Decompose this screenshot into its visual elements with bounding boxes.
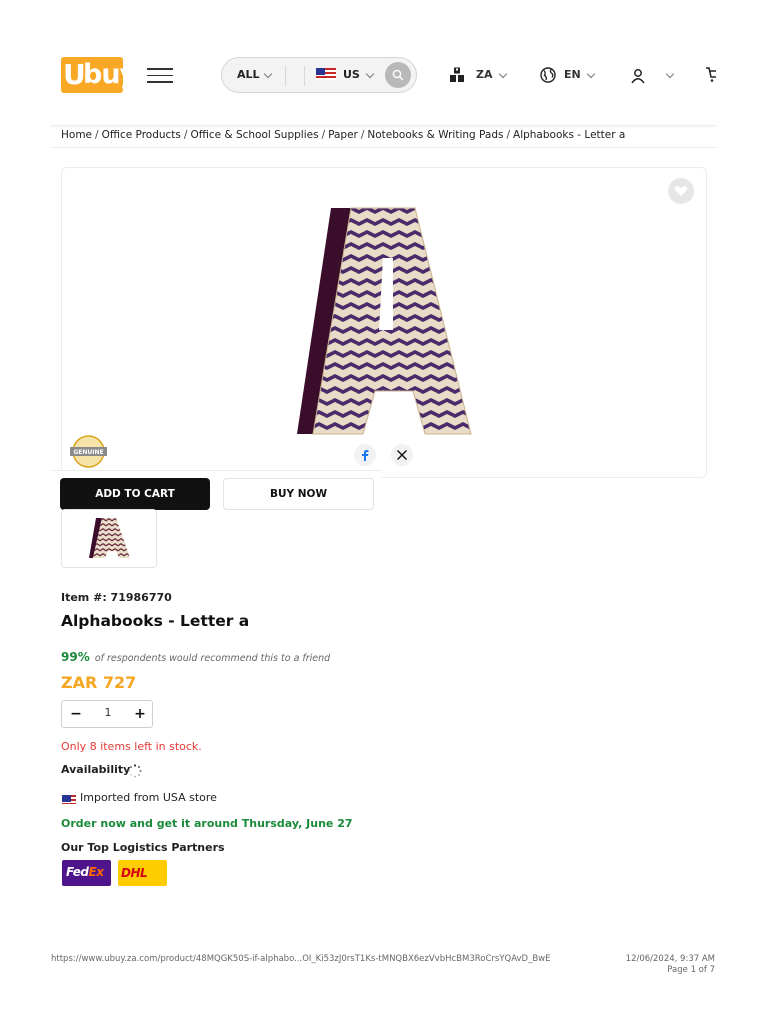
print-datetime: 12/06/2024, 9:37 AM	[625, 954, 715, 964]
buy-now-button[interactable]: BUY NOW	[223, 478, 374, 510]
breadcrumb-office-school-supplies[interactable]: Office & School Supplies	[190, 129, 318, 141]
item-number: Item #: 71986770	[61, 591, 172, 604]
add-to-cart-button[interactable]: ADD TO CART	[60, 478, 210, 510]
breadcrumb-notebooks[interactable]: Notebooks & Writing Pads	[367, 129, 503, 141]
breadcrumb-home[interactable]: Home	[61, 129, 92, 141]
language-label: EN	[564, 68, 581, 81]
user-icon	[631, 69, 645, 84]
breadcrumb-separator: /	[506, 129, 511, 141]
chevron-down-icon	[665, 69, 675, 79]
chevron-down-icon	[498, 69, 508, 79]
delivery-estimate: Order now and get it around Thursday, Ju…	[61, 817, 353, 830]
breadcrumb-separator: /	[183, 129, 188, 141]
facebook-icon	[362, 450, 369, 461]
product-image[interactable]	[295, 206, 475, 438]
genuine-badge-text: GENUINE	[73, 449, 103, 456]
breadcrumb-current: Alphabooks - Letter a	[513, 129, 626, 141]
page-number: Page 1 of 7	[667, 965, 715, 975]
ship-to-label: ZA	[476, 68, 493, 81]
quantity-input[interactable]: 1	[98, 706, 118, 719]
search-category-select[interactable]: ALL	[237, 68, 260, 81]
imported-from: Imported from USA store	[80, 791, 217, 804]
logo-buy: buy	[83, 59, 123, 90]
language-selector[interactable]: EN	[540, 66, 600, 86]
loading-spinner-icon	[128, 764, 142, 778]
search-bar: ALL US	[221, 57, 417, 93]
product-thumbnail[interactable]	[61, 509, 157, 568]
share-x-button[interactable]	[391, 444, 413, 466]
boxes-icon	[450, 67, 464, 82]
heart-icon	[674, 186, 688, 196]
ship-to-selector[interactable]: ZA	[449, 66, 514, 86]
fedex-logo: FedEx	[62, 860, 111, 886]
us-flag-icon	[62, 795, 76, 804]
breadcrumb-separator: /	[321, 129, 326, 141]
divider	[285, 66, 286, 86]
ubuy-logo[interactable]: U buy	[61, 57, 123, 93]
share-facebook-button[interactable]	[354, 444, 376, 466]
divider	[51, 147, 716, 148]
cart-icon	[706, 67, 716, 82]
recommend-percent: 99%	[61, 650, 90, 664]
dhl-logo: DHL	[118, 860, 167, 886]
breadcrumb-paper[interactable]: Paper	[328, 129, 358, 141]
chevron-down-icon	[365, 69, 375, 79]
breadcrumb-office-products[interactable]: Office Products	[102, 129, 181, 141]
chevron-down-icon	[263, 69, 273, 79]
availability-label: Availability	[61, 763, 131, 776]
quantity-decrease-button[interactable]: −	[68, 705, 84, 723]
page-url: https://www.ubuy.za.com/product/48MQGK50…	[51, 954, 551, 964]
thumbnail-image	[89, 518, 130, 558]
chevron-down-icon	[586, 69, 596, 79]
stock-warning: Only 8 items left in stock.	[61, 740, 202, 753]
product-title: Alphabooks - Letter a	[61, 612, 250, 630]
menu-icon[interactable]	[147, 68, 173, 83]
x-twitter-icon	[397, 450, 407, 460]
product-price: ZAR 727	[61, 673, 137, 692]
genuine-badge: GENUINE	[70, 435, 107, 468]
quantity-stepper: − 1 +	[61, 700, 153, 728]
breadcrumb-separator: /	[95, 129, 99, 141]
search-icon	[392, 69, 404, 81]
us-flag-icon	[316, 68, 336, 80]
search-button[interactable]	[385, 62, 411, 88]
breadcrumb: Home / Office Products / Office & School Sup…	[61, 129, 625, 141]
logistics-heading: Our Top Logistics Partners	[61, 841, 225, 854]
wishlist-button[interactable]	[668, 178, 694, 204]
breadcrumb-separator: /	[360, 129, 365, 141]
account-menu[interactable]	[629, 66, 677, 86]
site-header: U buy ALL US ZA EN	[51, 50, 716, 126]
recommend-text: of respondents would recommend this to a…	[94, 653, 331, 664]
product-image-card: GENUINE	[61, 167, 707, 478]
recommendation: 99% of respondents would recommend this …	[61, 646, 330, 665]
cart-button[interactable]	[703, 66, 716, 86]
divider	[304, 66, 305, 86]
store-country-select[interactable]: US	[343, 68, 360, 81]
globe-icon	[540, 67, 556, 83]
quantity-increase-button[interactable]: +	[132, 705, 148, 723]
